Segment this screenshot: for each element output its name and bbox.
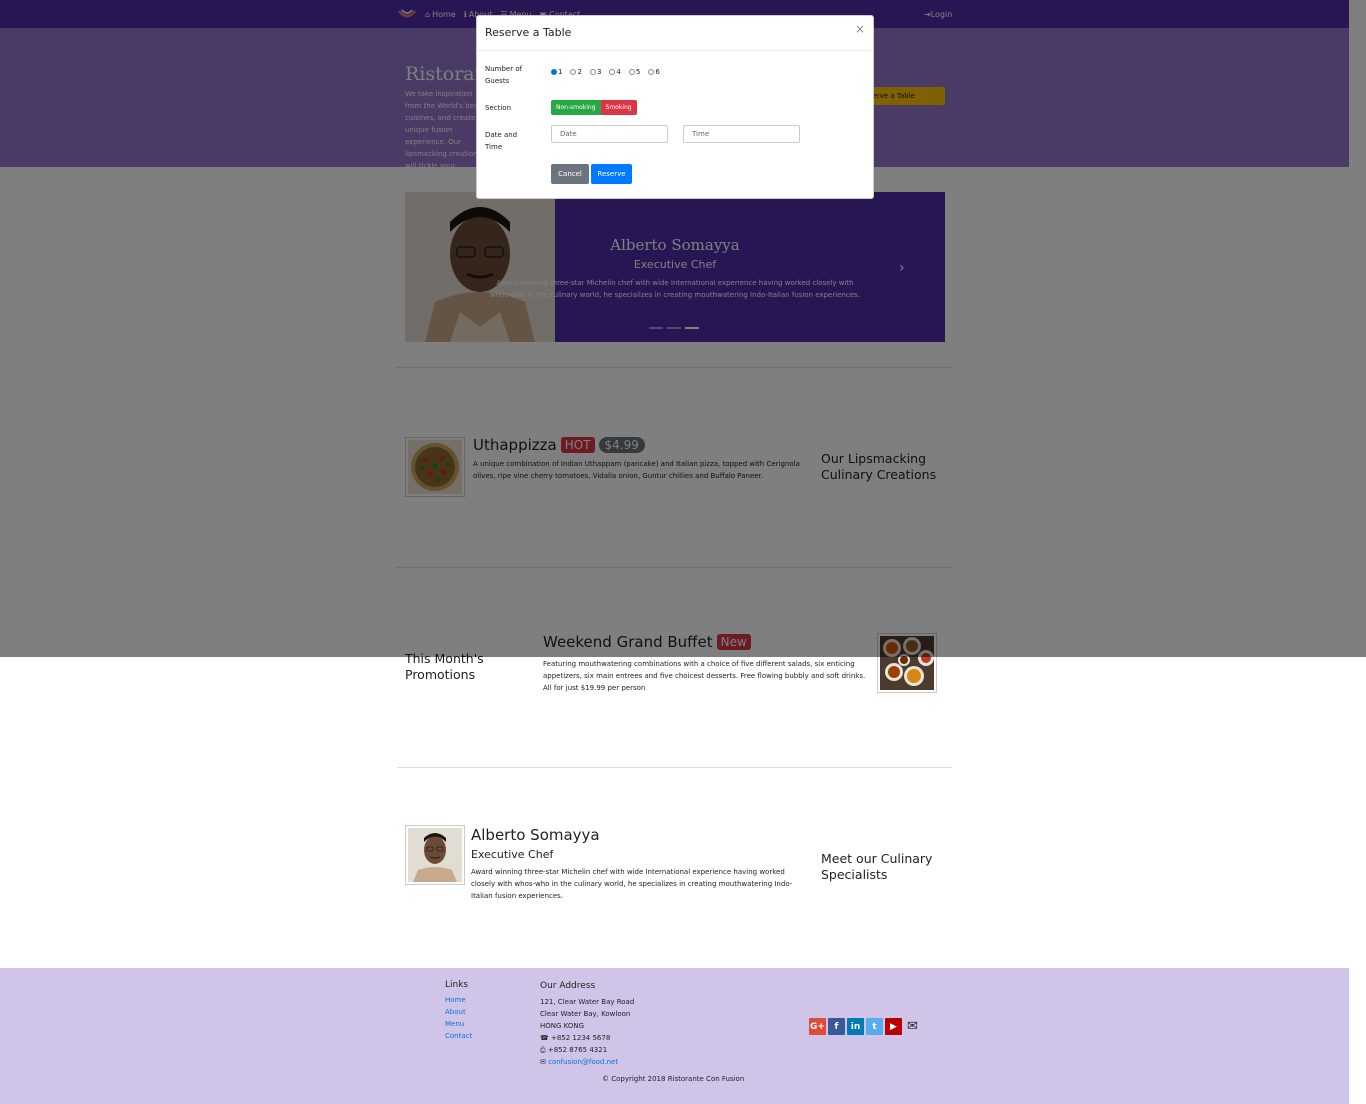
divider [397, 767, 952, 768]
radio[interactable] [628, 69, 635, 75]
envelope-icon: ✉ [540, 1058, 546, 1066]
footer-address: Our Address 121, Clear Water Bay Road Cl… [540, 980, 634, 1068]
modal-title: Reserve a Table [485, 26, 572, 39]
footer-links: Links Home About Menu Contact [445, 980, 472, 1042]
footer-link-menu[interactable]: Menu [445, 1020, 464, 1028]
address-line: HONG KONG [540, 1022, 585, 1030]
leader-name: Alberto Somayya [471, 826, 600, 844]
footer-link-home[interactable]: Home [445, 996, 466, 1004]
radio-checked[interactable] [551, 69, 557, 75]
time-input[interactable]: Time [683, 125, 800, 143]
radio[interactable] [570, 69, 577, 75]
phone-number: +852 1234 5678 [550, 1034, 611, 1042]
google-plus-icon[interactable]: G+ [809, 1018, 826, 1035]
radio[interactable] [648, 69, 655, 75]
smoking-button[interactable]: Smoking [600, 100, 637, 115]
modal-header: Reserve a Table × [477, 16, 873, 51]
featured-leader: Alberto Somayya Executive Chef Award win… [405, 825, 810, 905]
non-smoking-button[interactable]: Non-smoking [551, 100, 601, 115]
twitter-icon[interactable]: t [866, 1018, 883, 1035]
promotion-description: Featuring mouthwatering combinations wit… [543, 660, 866, 692]
datetime-label: Date and Time [485, 131, 518, 151]
radio[interactable] [589, 69, 596, 75]
guests-option-5[interactable]: 5 [628, 68, 640, 76]
linkedin-icon[interactable]: in [847, 1018, 864, 1035]
footer-address-title: Our Address [540, 981, 596, 991]
address-line: Clear Water Bay, Kowloon [540, 1010, 631, 1018]
guests-option-4[interactable]: 4 [609, 68, 621, 76]
guests-option-2[interactable]: 2 [570, 68, 582, 76]
fax-icon: ⎙ [540, 1046, 546, 1054]
footer-links-title: Links [445, 980, 469, 990]
phone-icon: ☎ [540, 1034, 549, 1042]
copyright: © Copyright 2018 Ristorante Con Fusion [602, 1075, 745, 1083]
leader-description: Award winning three-star Michelin chef w… [471, 868, 793, 900]
leader-image [405, 825, 465, 885]
date-input[interactable]: Date [551, 125, 668, 143]
reserve-button[interactable]: Reserve [591, 164, 632, 184]
social-buttons: G+ f in t ▶ ✉ [809, 1018, 921, 1035]
leader-section-title: Meet our Culinary Specialists [821, 851, 933, 882]
guests-radio-group: 1 2 3 4 5 6 [551, 68, 660, 76]
footer-link-about[interactable]: About [445, 1008, 466, 1016]
radio[interactable] [609, 69, 616, 75]
youtube-icon[interactable]: ▶ [885, 1018, 902, 1035]
footer: Links Home About Menu Contact Our Addres… [0, 968, 1349, 1104]
address-line: 121, Clear Water Bay Road [540, 998, 635, 1006]
facebook-icon[interactable]: f [828, 1018, 845, 1035]
section-toggle: Non-smoking Smoking [551, 100, 637, 115]
leader-role: Executive Chef [471, 848, 554, 861]
footer-link-contact[interactable]: Contact [445, 1032, 472, 1040]
guests-label: Number of Guests [485, 65, 523, 85]
guests-option-3[interactable]: 3 [589, 68, 601, 76]
close-icon[interactable]: × [855, 22, 865, 36]
guests-option-6[interactable]: 6 [648, 68, 660, 76]
mail-icon[interactable]: ✉ [904, 1018, 921, 1035]
email-link[interactable]: confusion@food.net [548, 1058, 618, 1066]
guests-option-1[interactable]: 1 [551, 68, 562, 76]
section-label: Section [485, 104, 512, 112]
fax-number: +852 8765 4321 [547, 1046, 608, 1054]
reserve-table-modal: Reserve a Table × Number of Guests 1 2 3… [476, 15, 874, 199]
cancel-button[interactable]: Cancel [551, 164, 589, 184]
